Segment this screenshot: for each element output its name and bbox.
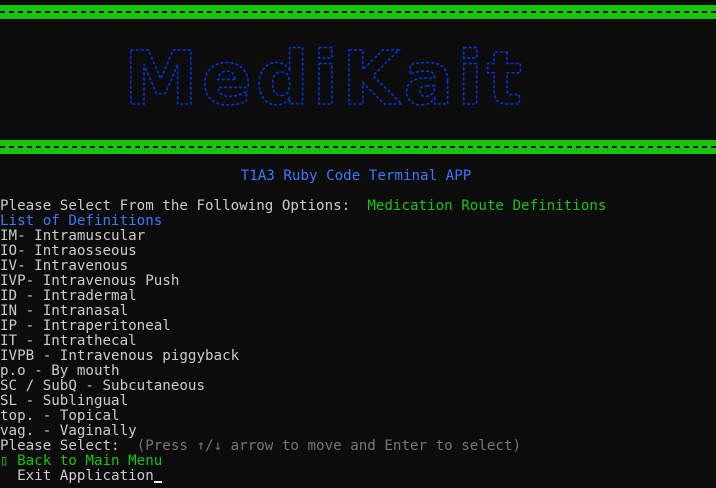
select-prompt-hint: (Press ↑/↓ arrow to move and Enter to se… <box>136 438 522 454</box>
definition-item: p.o - By mouth <box>0 363 120 379</box>
options-prompt-label: Please Select From the Following Options… <box>0 198 351 214</box>
menu-item-back-to-main-menu[interactable]: ▯ Back to Main Menu <box>0 454 162 469</box>
definition-item: IO- Intraosseous <box>0 243 137 259</box>
app-subtitle: T1A3 Ruby Code Terminal APP <box>240 168 472 184</box>
definition-item: ID - Intradermal <box>0 288 137 304</box>
menu-item-exit-application[interactable]: Exit Application <box>0 469 162 484</box>
definition-item: SC / SubQ - Subcutaneous <box>0 378 205 394</box>
menu-item-label: Exit Application <box>17 468 154 484</box>
definition-item: IV- Intravenous <box>0 258 129 274</box>
options-prompt: Please Select From the Following Options… <box>0 199 606 214</box>
text-cursor <box>153 481 162 483</box>
logo-text: MediKait <box>124 36 526 114</box>
definition-item: IM- Intramuscular <box>0 228 146 244</box>
menu-item-label: Back to Main Menu <box>17 453 163 469</box>
select-prompt-label: Please Select: <box>0 438 120 454</box>
medikait-ascii-logo: MediKait <box>123 35 526 114</box>
definition-item: IP - Intraperitoneal <box>0 318 171 334</box>
select-prompt: Please Select: (Press ↑/↓ arrow to move … <box>0 439 521 454</box>
banner-bottom-bar <box>0 140 716 154</box>
definition-item: top. - Topical <box>0 408 120 424</box>
options-prompt-selection: Medication Route Definitions <box>367 198 607 214</box>
banner-top-bar <box>0 5 716 19</box>
definition-item: IT - Intrathecal <box>0 333 137 349</box>
definition-item: IN - Intranasal <box>0 303 129 319</box>
definition-item: IVP- Intravenous Push <box>0 273 180 289</box>
definition-item: IVPB - Intravenous piggyback <box>0 348 240 364</box>
definition-item: SL - Sublingual <box>0 393 129 409</box>
definitions-heading: List of Definitions <box>0 213 163 229</box>
terminal-window: MediKait T1A3 Ruby Code Terminal APP Ple… <box>0 0 716 488</box>
selection-pointer-icon: ▯ <box>0 453 9 469</box>
definition-item: vag. - Vaginally <box>0 423 137 439</box>
